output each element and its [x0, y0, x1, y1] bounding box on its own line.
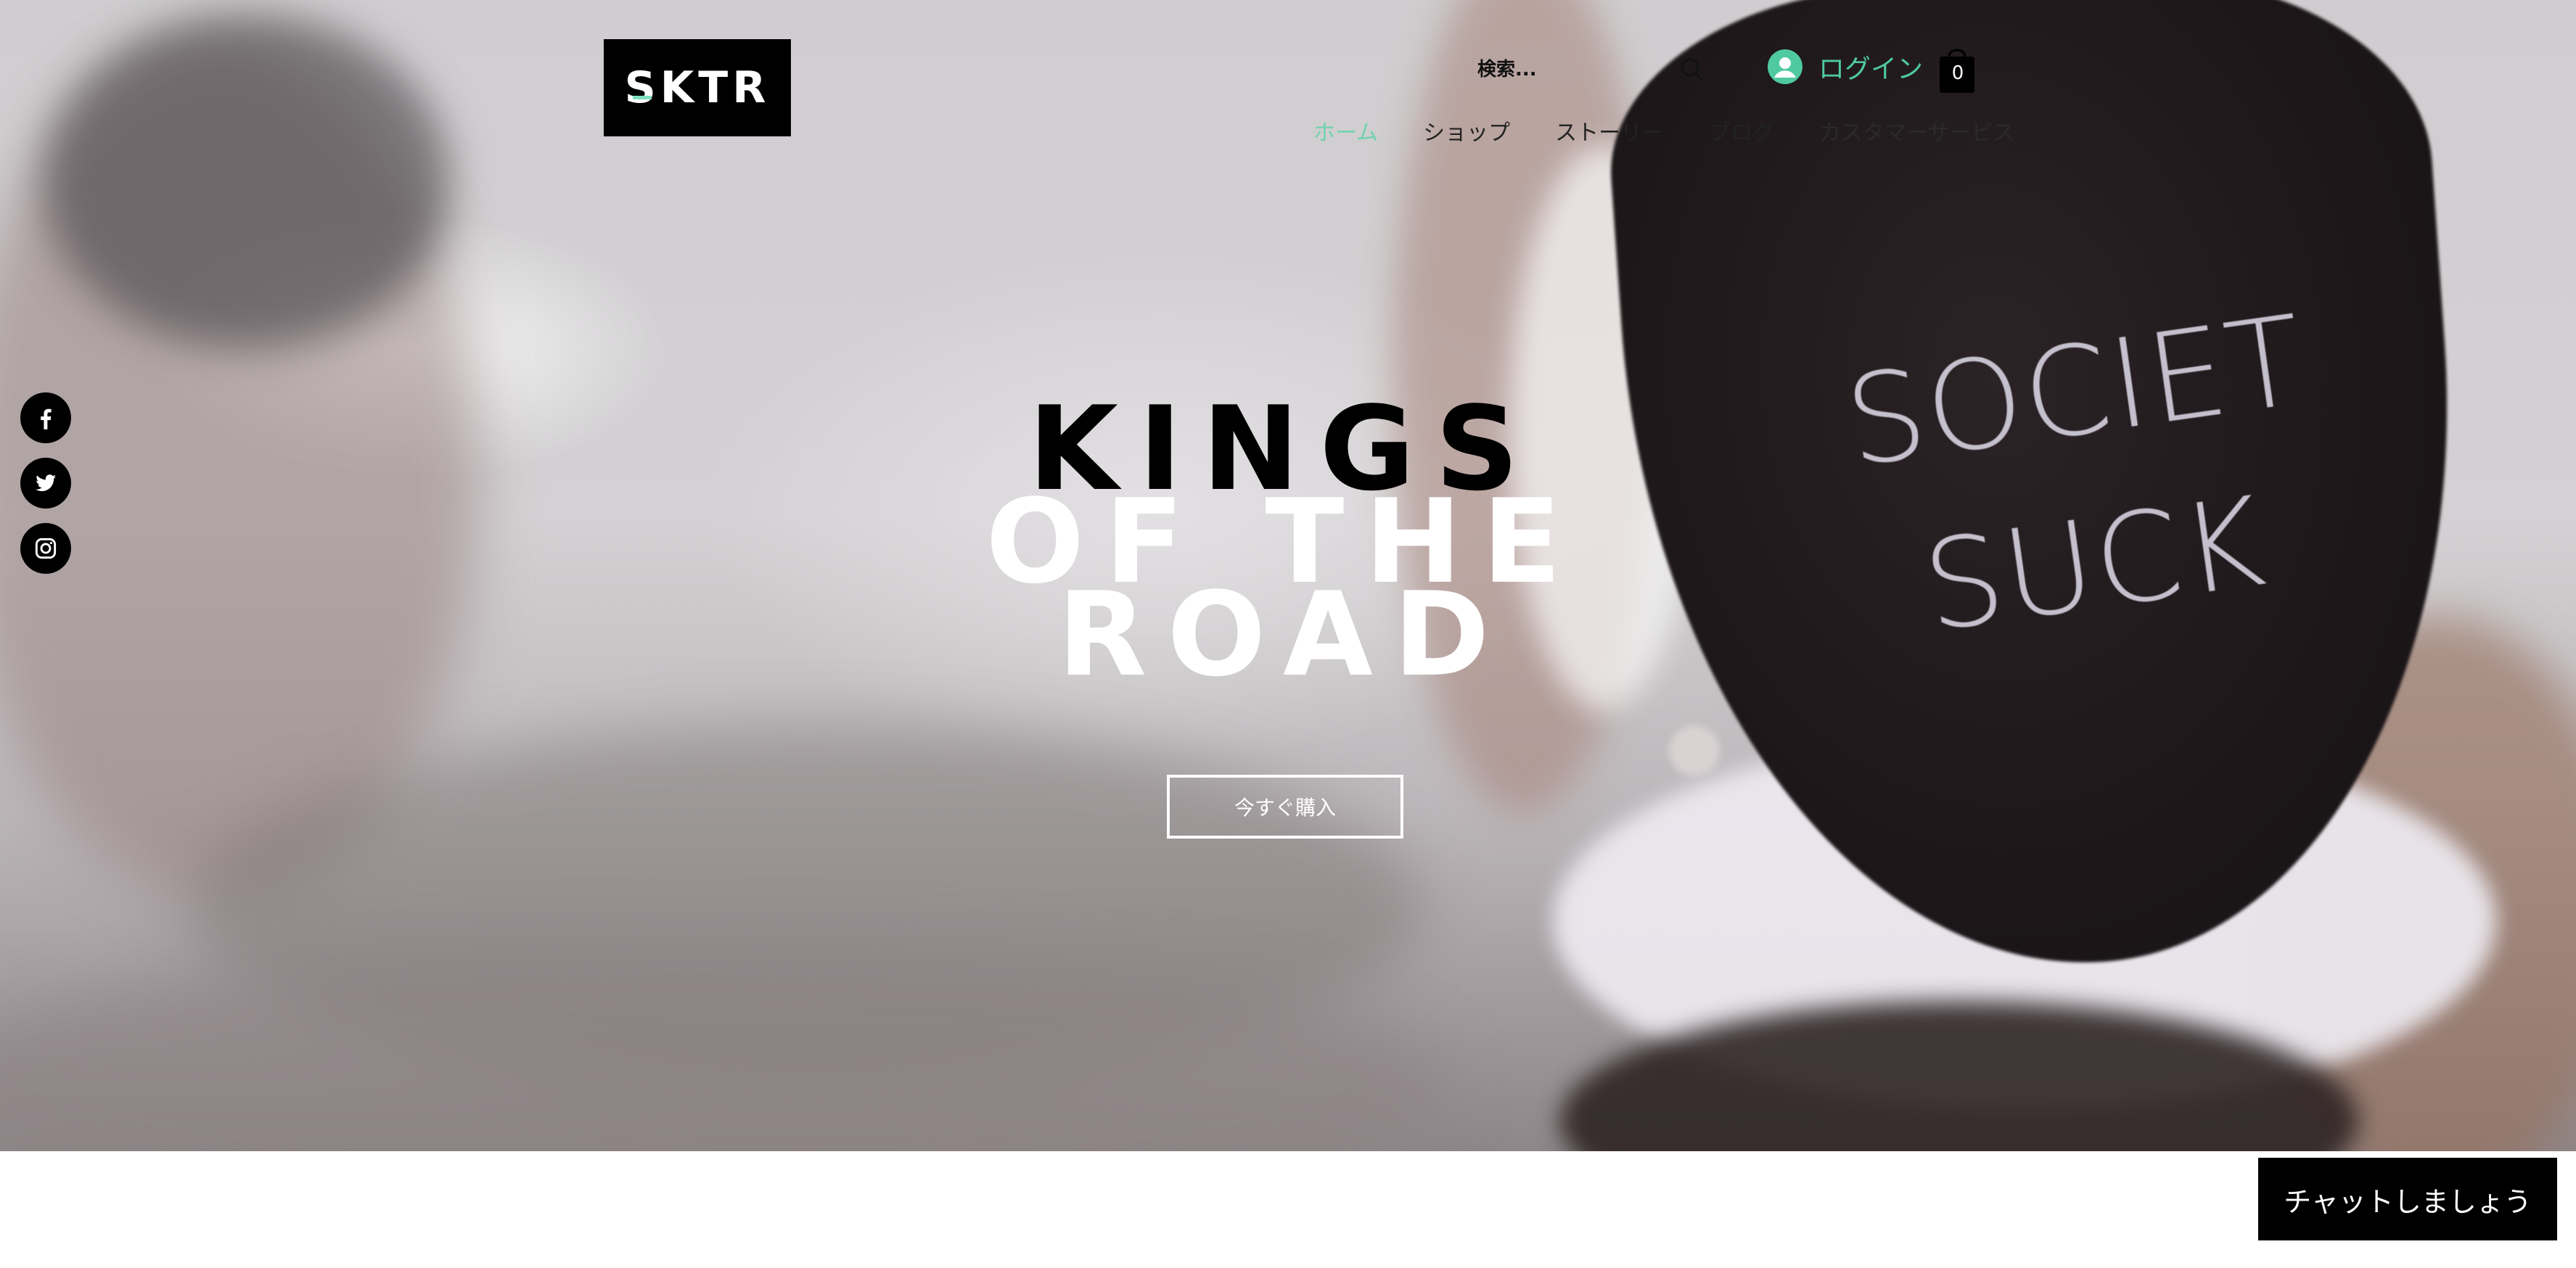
twitter-link[interactable]: [20, 458, 71, 509]
nav-item-customer-service[interactable]: カスタマーサービス: [1819, 115, 2014, 147]
logo-text: SKTR: [624, 62, 771, 113]
cart-count-badge: 0: [1951, 62, 1964, 84]
main-nav: ホーム ショップ ストーリー ブログ カスタマーサービス: [1313, 115, 2015, 147]
search-icon[interactable]: [1678, 55, 1707, 84]
hero-bg-shape: [44, 15, 450, 348]
chat-button[interactable]: チャットしましょう: [2258, 1158, 2557, 1240]
instagram-icon: [35, 538, 57, 559]
facebook-icon: [41, 408, 52, 429]
content-section: [0, 1151, 2576, 1268]
nav-item-blog[interactable]: ブログ: [1709, 115, 1774, 147]
login-button[interactable]: ログイン: [1768, 48, 1923, 86]
facebook-link[interactable]: [20, 392, 71, 443]
page: SOCIET SUCK SKTR ログイン 0 ホーム ショップ ストーリー ブ…: [0, 0, 2576, 1268]
instagram-link[interactable]: [20, 523, 71, 574]
avatar-icon: [1768, 49, 1802, 84]
nav-item-home[interactable]: ホーム: [1313, 115, 1378, 147]
search-input[interactable]: [1466, 59, 1666, 81]
buy-now-button[interactable]: 今すぐ購入: [1167, 775, 1403, 839]
hero-headline: KINGS OF THE ROAD: [853, 391, 1694, 693]
social-bar: [20, 392, 73, 588]
twitter-icon: [35, 474, 57, 492]
nav-item-shop[interactable]: ショップ: [1423, 115, 1510, 147]
bag-print: SOCIET SUCK: [1836, 275, 2330, 683]
logo-accent-bar: [633, 96, 652, 99]
search-bar[interactable]: [1466, 42, 1712, 97]
site-logo[interactable]: SKTR: [604, 39, 791, 136]
nav-item-story[interactable]: ストーリー: [1555, 115, 1664, 147]
bag-rivet: [1669, 725, 1720, 776]
login-label: ログイン: [1818, 54, 1924, 84]
